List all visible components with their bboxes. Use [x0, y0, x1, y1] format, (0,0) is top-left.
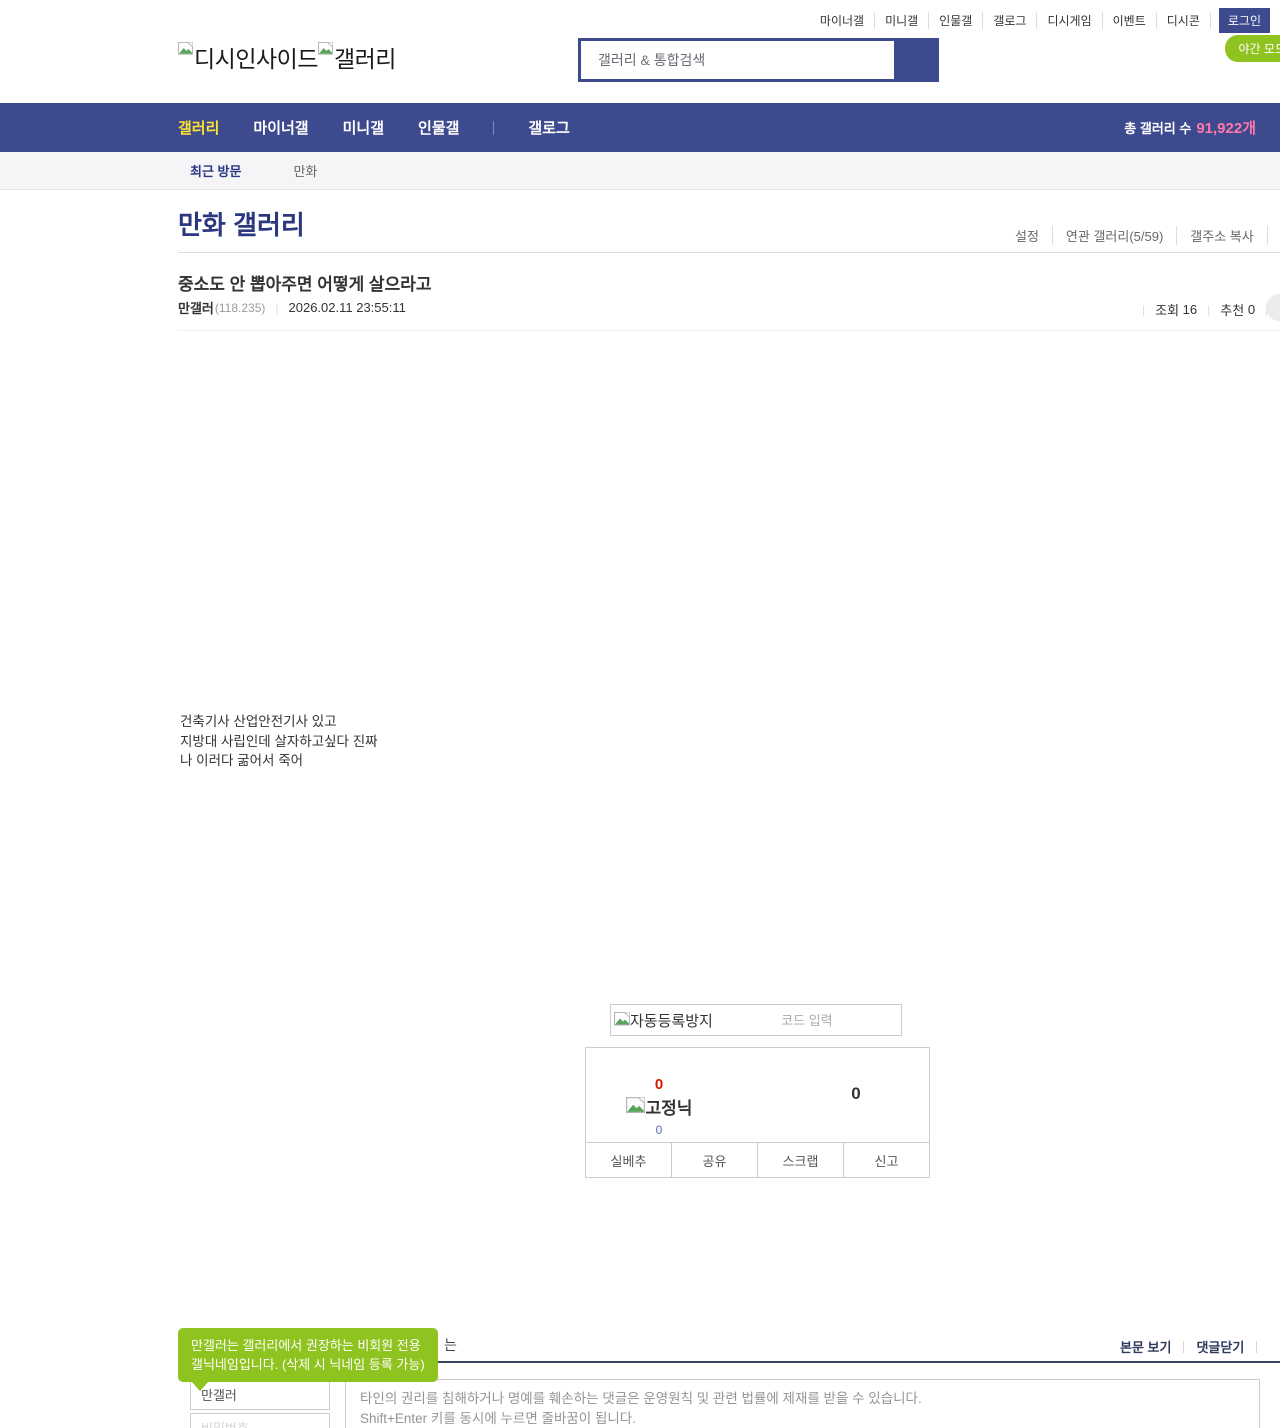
comment-links-divider — [1256, 1341, 1257, 1353]
utility-link-mini-gallery[interactable]: 미니갤 — [875, 12, 929, 29]
recommend-count-value: 0 — [1248, 302, 1255, 317]
total-gallery-count: 총 갤러리 수 91,922개 — [1124, 103, 1256, 152]
nav-item-minor-gallery[interactable]: 마이너갤 — [253, 117, 308, 138]
nav-item-gallog[interactable]: 갤로그 — [528, 117, 569, 138]
upvote-area[interactable]: 0 고정닉 0 — [614, 1076, 704, 1137]
nav-divider — [493, 121, 494, 135]
nav-item-person-gallery[interactable]: 인물갤 — [418, 117, 459, 138]
total-gallery-value: 91,922개 — [1196, 117, 1256, 138]
captcha-box: 자동등록방지 — [610, 1004, 902, 1036]
post-meta-right: | 조회 16 | 추천 0 | — [1132, 300, 1278, 319]
search-button[interactable] — [894, 41, 936, 79]
copy-gallery-url-link[interactable]: 갤주소 복사 — [1177, 226, 1267, 245]
obscured-text-fragment: 는 — [444, 1335, 457, 1355]
vote-action-bar: 실베추 공유 스크랩 신고 — [586, 1142, 929, 1177]
search-input[interactable] — [581, 41, 894, 79]
gallery-head-divider — [178, 252, 1280, 253]
scrap-button[interactable]: 스크랩 — [757, 1143, 843, 1177]
utility-link-minor-gallery[interactable]: 마이너갤 — [810, 12, 875, 29]
captcha-image-broken: 자동등록방지 — [611, 1010, 713, 1031]
share-button[interactable]: 공유 — [671, 1143, 757, 1177]
fixed-nick-label: 고정닉 — [646, 1094, 693, 1119]
nickname-tooltip-line2: 갤닉네임입니다. (삭제 시 닉네임 등록 가능) — [191, 1355, 425, 1374]
recommend-count-label: 추천 — [1220, 300, 1244, 319]
total-gallery-label: 총 갤러리 수 — [1124, 118, 1191, 137]
logo-text-dcinside: 디시인사이드 — [194, 40, 318, 74]
downvote-count[interactable]: 0 — [836, 1084, 876, 1104]
utility-link-dcgame[interactable]: 디시게임 — [1037, 12, 1102, 29]
nickname-tooltip-line1: 만갤러는 갤러리에서 권장하는 비회원 전용 — [191, 1336, 425, 1355]
main-nav: 갤러리 마이너갤 미니갤 인물갤 갤로그 총 갤러리 수 91,922개 — [0, 103, 1280, 152]
login-button[interactable]: 로그인 — [1219, 8, 1270, 33]
broken-image-icon — [178, 42, 193, 57]
meta-divider: | — [275, 301, 278, 315]
utility-link-event[interactable]: 이벤트 — [1103, 12, 1157, 29]
report-button[interactable]: 신고 — [843, 1143, 929, 1177]
meta-divider: | — [1207, 303, 1210, 317]
silbechu-button[interactable]: 실베추 — [586, 1143, 671, 1177]
broken-image-icon — [626, 1097, 645, 1116]
post-body-line: 나 이러다 굶어서 죽어 — [180, 751, 378, 771]
captcha-image-alt-text: 자동등록방지 — [630, 1010, 713, 1031]
gallery-head-links: 설정 연관 갤러리(5/59) 갤주소 복사 이용 — [1002, 226, 1280, 245]
comment-notice-line2: Shift+Enter 키를 동시에 누르면 줄바꿈이 됩니다. — [360, 1409, 1245, 1428]
gallery-settings-link[interactable]: 설정 — [1002, 226, 1053, 245]
night-mode-button[interactable]: 야간 모드 — [1225, 35, 1280, 62]
related-galleries-link[interactable]: 연관 갤러리(5/59) — [1053, 226, 1177, 245]
comment-password-input[interactable] — [190, 1413, 330, 1428]
comment-nickname-input[interactable] — [190, 1379, 330, 1410]
broken-image-icon — [614, 1012, 630, 1028]
usage-guide-link[interactable]: 이용 — [1268, 226, 1280, 245]
nav-item-gallery[interactable]: 갤러리 — [178, 117, 219, 138]
post-body: 건축기사 산업안전기사 있고 지방대 사립인데 살자하고싶다 진짜 나 이러다 … — [180, 712, 378, 771]
post-body-line: 건축기사 산업안전기사 있고 — [180, 712, 378, 732]
fixed-nick-count: 0 — [614, 1123, 704, 1137]
upvote-count: 0 — [614, 1076, 704, 1093]
site-logo[interactable]: 디시인사이드 갤러리 — [178, 40, 396, 74]
post-author[interactable]: 만갤러 — [178, 298, 214, 317]
comment-notice-line1: 타인의 권리를 침해하거나 명예를 훼손하는 댓글은 운영원칙 및 관련 법률에… — [360, 1389, 1245, 1409]
post-body-line: 지방대 사립인데 살자하고싶다 진짜 — [180, 732, 378, 752]
utility-link-dccon[interactable]: 디시콘 — [1157, 12, 1211, 29]
view-count-label: 조회 — [1155, 300, 1179, 319]
search-box — [578, 38, 939, 82]
comment-header-links: 본문 보기 댓글닫기 — [1120, 1337, 1269, 1356]
view-post-link[interactable]: 본문 보기 — [1120, 1337, 1171, 1356]
recent-visit-item-manhwa[interactable]: 만화 — [293, 161, 317, 180]
utility-bar: 마이너갤 미니갤 인물갤 갤로그 디시게임 이벤트 디시콘 로그인 — [810, 8, 1270, 33]
meta-divider: | — [1142, 303, 1145, 317]
post-date: 2026.02.11 23:55:11 — [289, 300, 406, 315]
utility-link-gallog[interactable]: 갤로그 — [983, 12, 1037, 29]
utility-link-person-gallery[interactable]: 인물갤 — [929, 12, 983, 29]
comment-textarea[interactable]: 타인의 권리를 침해하거나 명예를 훼손하는 댓글은 운영원칙 및 관련 법률에… — [345, 1379, 1260, 1428]
nickname-tooltip: 만갤러는 갤러리에서 권장하는 비회원 전용 갤닉네임입니다. (삭제 시 닉네… — [178, 1328, 438, 1382]
fixed-nick-row: 고정닉 — [614, 1094, 704, 1119]
logo-text-gallery: 갤러리 — [334, 40, 396, 74]
close-comments-link[interactable]: 댓글닫기 — [1196, 1337, 1244, 1356]
recent-visit-bar: 최근 방문 만화 — [0, 152, 1280, 190]
post-author-ip: (118.235) — [215, 301, 265, 315]
captcha-code-input[interactable] — [713, 1012, 901, 1029]
comment-links-divider — [1183, 1341, 1184, 1353]
post-meta: 만갤러 (118.235) | 2026.02.11 23:55:11 — [178, 298, 406, 317]
gallery-title[interactable]: 만화 갤러리 — [178, 205, 305, 242]
recent-visit-label[interactable]: 최근 방문 — [190, 161, 241, 180]
broken-image-icon — [318, 42, 333, 57]
view-count-value: 16 — [1183, 302, 1197, 317]
post-meta-divider-line — [178, 330, 1280, 331]
post-title: 중소도 안 뽑아주면 어떻게 살으라고 — [178, 270, 432, 295]
dcinside-gallery-page: 마이너갤 미니갤 인물갤 갤로그 디시게임 이벤트 디시콘 로그인 야간 모드 … — [0, 0, 1280, 1428]
nav-item-mini-gallery[interactable]: 미니갤 — [343, 117, 384, 138]
vote-widget: 0 고정닉 0 0 실베추 공유 스크랩 신고 — [585, 1047, 930, 1178]
